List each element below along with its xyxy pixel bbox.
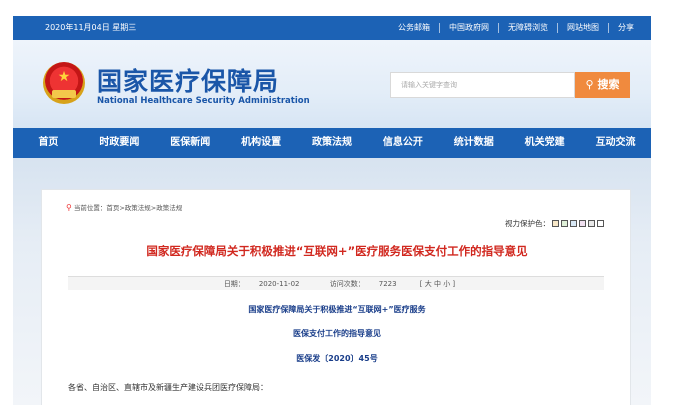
body-text: 各省、自治区、直辖市及新疆生产建设兵团医疗保障局：: [68, 383, 268, 392]
link-accessibility[interactable]: 无障碍浏览: [498, 23, 557, 33]
body-title-line-2: 医保支付工作的指导意见: [293, 329, 381, 338]
nav-home[interactable]: 首页: [13, 128, 84, 158]
breadcrumb: ⚲ 当前位置：首页>政策法规>政策法规: [66, 202, 182, 212]
color-swatch[interactable]: [579, 220, 586, 227]
nav-insurance-news[interactable]: 医保新闻: [155, 128, 226, 158]
national-emblem-icon: ★: [43, 62, 85, 104]
site-logo-en: National Healthcare Security Administrat…: [97, 96, 310, 106]
nav-news[interactable]: 时政要闻: [84, 128, 155, 158]
color-swatch[interactable]: [570, 220, 577, 227]
visits-label: 访问次数：: [329, 280, 365, 288]
nav-organization[interactable]: 机构设置: [226, 128, 297, 158]
main-nav: 首页 时政要闻 医保新闻 机构设置 政策法规 信息公开 统计数据 机关党建 互动…: [13, 128, 651, 158]
article-meta: 日期： 2020-11-02 访问次数： 7223 [ 大 中 小 ]: [68, 276, 604, 290]
current-date: 2020年11月04日 星期三: [45, 23, 137, 32]
vision-label: 视力保护色：: [505, 219, 550, 228]
link-sitemap[interactable]: 网站地图: [557, 23, 608, 33]
body-title-line-1: 国家医疗保障局关于积极推进“互联网+”医疗服务: [248, 305, 426, 314]
article-title: 国家医疗保障局关于积极推进“互联网+”医疗服务医保支付工作的指导意见: [146, 244, 528, 258]
color-swatch[interactable]: [588, 220, 595, 227]
nav-info-disclosure[interactable]: 信息公开: [367, 128, 438, 158]
document-number: 医保发〔2020〕45号: [296, 354, 378, 363]
search-button[interactable]: ⚲ 搜索: [575, 72, 630, 98]
top-bar: 2020年11月04日 星期三 公务邮箱 中国政府网 无障碍浏览 网站地图 分享: [13, 16, 651, 40]
color-swatch[interactable]: [552, 220, 559, 227]
link-gov[interactable]: 中国政府网: [439, 23, 498, 33]
date-label: 日期：: [223, 280, 245, 288]
nav-policy[interactable]: 政策法规: [297, 128, 368, 158]
article-date: 2020-11-02: [258, 280, 300, 288]
color-swatch[interactable]: [597, 220, 604, 227]
font-size-switch[interactable]: [ 大 中 小 ]: [420, 280, 455, 288]
visit-count: 7223: [378, 280, 397, 288]
color-swatch[interactable]: [561, 220, 568, 227]
nav-interaction[interactable]: 互动交流: [580, 128, 651, 158]
link-share[interactable]: 分享: [608, 23, 643, 33]
page: 2020年11月04日 星期三 公务邮箱 中国政府网 无障碍浏览 网站地图 分享…: [13, 0, 651, 405]
article-card: ⚲ 当前位置：首页>政策法规>政策法规 视力保护色： 国家医疗保障局关于积极推进“…: [41, 189, 631, 405]
breadcrumb-text[interactable]: 当前位置：首页>政策法规>政策法规: [74, 204, 182, 212]
nav-party[interactable]: 机关党建: [509, 128, 580, 158]
nav-statistics[interactable]: 统计数据: [438, 128, 509, 158]
search-icon: ⚲: [585, 78, 594, 91]
search-input[interactable]: 请输入关键字查询: [390, 72, 575, 98]
top-links: 公务邮箱 中国政府网 无障碍浏览 网站地图 分享: [389, 16, 643, 33]
site-logo-cn[interactable]: 国家医疗保障局: [97, 62, 279, 98]
site-header: ★ 国家医疗保障局 National Healthcare Security A…: [13, 40, 651, 128]
eye-protection-colors: 视力保护色：: [505, 218, 604, 229]
search-button-label: 搜索: [597, 78, 620, 91]
location-pin-icon: ⚲: [66, 203, 72, 212]
link-mail[interactable]: 公务邮箱: [389, 23, 439, 33]
